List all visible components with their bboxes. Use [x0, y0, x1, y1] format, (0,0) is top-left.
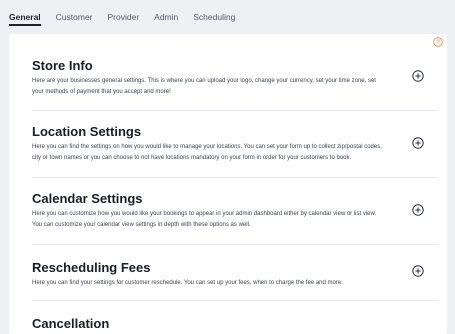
- tab-scheduling[interactable]: Scheduling: [193, 0, 235, 34]
- divider: [32, 110, 438, 111]
- tab-admin[interactable]: Admin: [154, 0, 178, 34]
- section-description: Here you can customize how you would lik…: [32, 211, 377, 228]
- section-location-settings: Location Settings Here you can find the …: [32, 124, 422, 164]
- section-title: Location Settings: [32, 124, 142, 139]
- plus-circle-icon[interactable]: [412, 265, 424, 277]
- plus-circle-icon[interactable]: [412, 70, 424, 82]
- divider: [32, 244, 438, 245]
- question-circle-icon[interactable]: ?: [433, 37, 443, 47]
- plus-circle-icon[interactable]: [412, 204, 424, 216]
- tab-provider[interactable]: Provider: [108, 0, 140, 34]
- section-title: Rescheduling Fees: [32, 260, 151, 275]
- divider: [32, 177, 438, 178]
- section-store-info: Store Info Here are your businesses gene…: [32, 58, 422, 98]
- section-title: Calendar Settings: [32, 191, 143, 206]
- tab-customer[interactable]: Customer: [56, 0, 93, 34]
- divider: [32, 300, 438, 301]
- settings-panel: ? Store Info Here are your businesses ge…: [9, 34, 447, 334]
- section-description: Here are your businesses general setting…: [32, 78, 376, 95]
- section-calendar-settings: Calendar Settings Here you can customize…: [32, 191, 422, 231]
- section-rescheduling-fees: Rescheduling Fees Here you can find your…: [32, 260, 422, 289]
- section-description: Here you can find your settings for cust…: [32, 280, 343, 286]
- section-title: Store Info: [32, 58, 93, 73]
- tab-general[interactable]: General: [9, 0, 41, 34]
- section-description: Here you can find the settings on how yo…: [32, 144, 382, 161]
- svg-text:?: ?: [436, 40, 440, 46]
- plus-circle-icon[interactable]: [412, 137, 424, 149]
- settings-tabs: General Customer Provider Admin Scheduli…: [0, 0, 455, 34]
